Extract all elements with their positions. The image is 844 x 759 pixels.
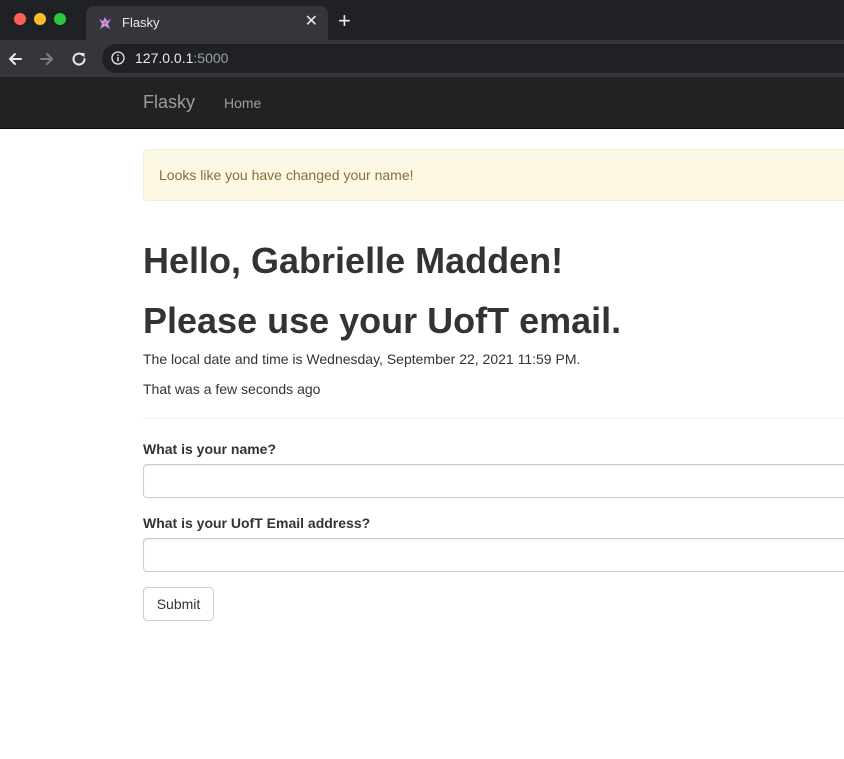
address-bar[interactable]: 127.0.0.1:5000: [102, 44, 844, 73]
flask-favicon-icon: [98, 16, 112, 30]
relative-time-text: That was a few seconds ago: [143, 381, 321, 397]
browser-tab[interactable]: Flasky ✕: [86, 6, 328, 40]
greeting-heading: Hello, Gabrielle Madden!: [143, 240, 564, 281]
submit-button[interactable]: Submit: [143, 587, 214, 621]
minimize-window-button[interactable]: [34, 13, 46, 25]
alert-message: Looks like you have changed your name!: [159, 167, 414, 183]
tab-title: Flasky: [122, 15, 160, 30]
url-port: :5000: [193, 50, 229, 66]
tab-close-icon[interactable]: ✕: [305, 12, 318, 32]
divider: [143, 418, 844, 419]
forward-arrow-icon[interactable]: [37, 49, 57, 69]
new-tab-button[interactable]: +: [338, 9, 351, 33]
email-field-label: What is your UofT Email address?: [143, 515, 371, 531]
local-datetime-text: The local date and time is Wednesday, Se…: [143, 351, 581, 367]
email-input[interactable]: [143, 538, 844, 572]
url-text: 127.0.0.1:5000: [135, 50, 228, 66]
info-icon[interactable]: [111, 51, 125, 65]
reload-icon[interactable]: [69, 49, 89, 69]
back-arrow-icon[interactable]: [5, 49, 25, 69]
browser-tab-bar: Flasky ✕ +: [0, 0, 844, 40]
browser-toolbar: 127.0.0.1:5000: [0, 40, 844, 77]
nav-home-link[interactable]: Home: [224, 95, 261, 111]
flash-alert: Looks like you have changed your name!: [143, 149, 844, 201]
email-prompt-heading: Please use your UofT email.: [143, 300, 622, 341]
url-host: 127.0.0.1: [135, 50, 194, 66]
navbar-brand-link[interactable]: Flasky: [143, 92, 195, 113]
close-window-button[interactable]: [14, 13, 26, 25]
name-field-label: What is your name?: [143, 441, 277, 457]
name-input[interactable]: [143, 464, 844, 498]
app-navbar: Flasky Home: [0, 77, 844, 129]
maximize-window-button[interactable]: [54, 13, 66, 25]
